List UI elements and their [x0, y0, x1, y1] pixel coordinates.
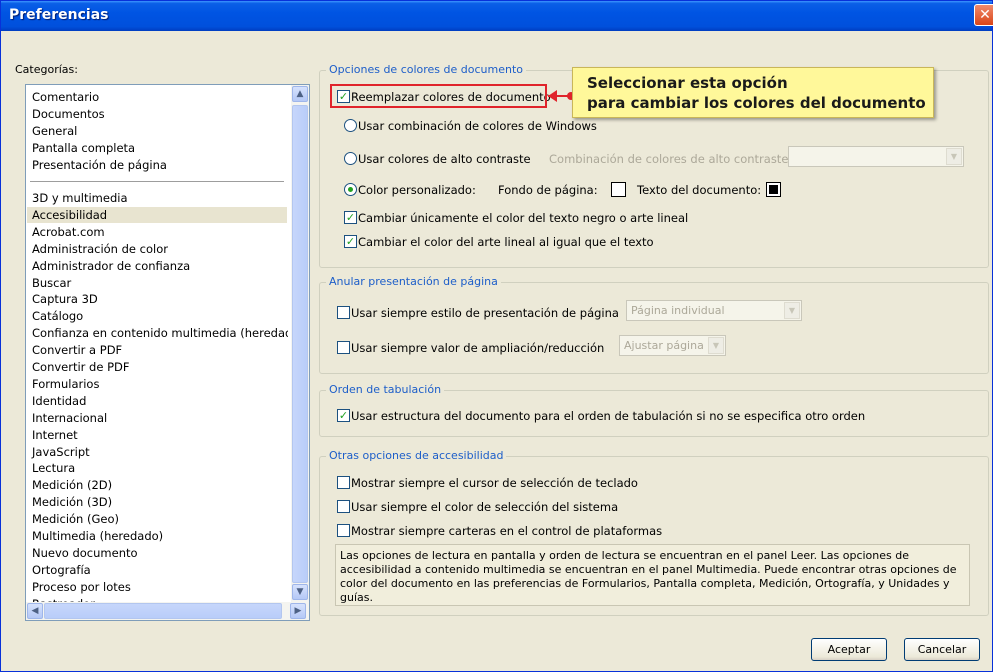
category-item[interactable]: Accesibilidad	[27, 206, 287, 223]
vertical-scroll-thumb[interactable]	[292, 105, 308, 583]
high-contrast-label: Usar colores de alto contraste	[358, 152, 531, 166]
category-item[interactable]: Convertir a PDF	[32, 342, 122, 358]
only-black-text-checkbox[interactable]: ✓	[344, 211, 357, 224]
scroll-up-button[interactable]: ▲	[292, 86, 308, 102]
category-item[interactable]: Proceso por lotes	[32, 579, 131, 595]
category-item[interactable]: Internacional	[32, 410, 107, 426]
category-item[interactable]: Multimedia (heredado)	[32, 528, 163, 544]
category-item[interactable]: Medición (2D)	[32, 477, 112, 493]
category-item[interactable]: Nuevo documento	[32, 545, 138, 561]
title-bar[interactable]: Preferencias ✕	[1, 1, 993, 31]
system-color-checkbox[interactable]	[337, 500, 350, 513]
layout-combo[interactable]: Página individual ▼	[626, 300, 802, 321]
horizontal-scroll-thumb[interactable]	[44, 603, 282, 619]
page-background-swatch[interactable]	[611, 182, 626, 197]
use-structure-checkbox[interactable]: ✓	[337, 409, 350, 422]
high-contrast-radio[interactable]	[344, 152, 357, 165]
chevron-down-icon: ▼	[946, 148, 962, 165]
category-item[interactable]: Catálogo	[32, 308, 83, 324]
category-item[interactable]: Confianza en contenido multimedia (hered…	[32, 325, 288, 341]
category-item[interactable]: 3D y multimedia	[32, 190, 128, 206]
categories-listbox[interactable]: Comentario Documentos General Pantalla comp…	[25, 84, 310, 621]
category-item[interactable]: General	[32, 123, 77, 139]
layout-combo-value: Página individual	[631, 304, 725, 317]
callout-highlight-box	[330, 84, 547, 108]
horizontal-scrollbar[interactable]: ◀ ▶	[26, 602, 309, 620]
categories-list: Comentario Documentos General Pantalla comp…	[26, 85, 288, 602]
other-accessibility-title: Otras opciones de accesibilidad	[326, 449, 507, 462]
category-item[interactable]: Documentos	[32, 106, 105, 122]
category-item[interactable]: JavaScript	[32, 444, 90, 460]
scroll-down-button[interactable]: ▼	[292, 584, 308, 600]
page-background-label: Fondo de página:	[498, 183, 598, 197]
category-item[interactable]: Presentación de página	[32, 157, 167, 173]
line-art-checkbox[interactable]: ✓	[344, 235, 357, 248]
page-display-group: Anular presentación de página	[319, 275, 989, 374]
category-item[interactable]: Internet	[32, 427, 78, 443]
keyboard-cursor-label: Mostrar siempre el cursor de selección d…	[351, 476, 638, 490]
document-text-swatch[interactable]	[766, 182, 781, 197]
chevron-down-icon: ▼	[708, 337, 724, 354]
close-button[interactable]: ✕	[974, 4, 993, 26]
category-item[interactable]: Captura 3D	[32, 291, 98, 307]
always-layout-checkbox[interactable]	[337, 306, 350, 319]
callout-note: Seleccionar esta opción para cambiar los…	[572, 67, 934, 118]
high-contrast-combo-label: Combinación de colores de alto contraste…	[549, 152, 793, 166]
zoom-combo-value: Ajustar página	[624, 339, 704, 352]
callout-arrow-icon	[548, 90, 557, 102]
category-item[interactable]: Administración de color	[32, 241, 168, 257]
portfolio-checkbox[interactable]	[337, 524, 350, 537]
chevron-down-icon: ▼	[784, 302, 800, 319]
category-item[interactable]: Lectura	[32, 460, 75, 476]
category-item[interactable]: Buscar	[32, 275, 71, 291]
high-contrast-combo[interactable]: ▼	[788, 146, 964, 167]
category-item[interactable]: Medición (Geo)	[32, 511, 119, 527]
vertical-scrollbar[interactable]: ▲ ▼	[291, 85, 309, 602]
callout-line-2: para cambiar los colores del documento	[587, 94, 926, 112]
document-text-label: Texto del documento:	[637, 183, 762, 197]
preferences-dialog: Preferencias ✕ Categorías: Comentario Doc…	[0, 0, 993, 672]
always-layout-label: Usar siempre estilo de presentación de p…	[351, 306, 619, 320]
category-item[interactable]: Convertir de PDF	[32, 359, 130, 375]
cancel-button[interactable]: Cancelar	[904, 638, 980, 661]
category-item[interactable]: Comentario	[32, 89, 99, 105]
page-display-title: Anular presentación de página	[326, 275, 501, 288]
scroll-left-button[interactable]: ◀	[27, 603, 43, 619]
category-item[interactable]: Medición (3D)	[32, 494, 112, 510]
category-item[interactable]: Formularios	[32, 376, 99, 392]
ok-button[interactable]: Aceptar	[811, 638, 887, 661]
callout-line-1: Seleccionar esta opción	[587, 74, 788, 92]
category-item[interactable]: Acrobat.com	[32, 224, 105, 240]
tab-order-title: Orden de tabulación	[326, 383, 445, 396]
category-item[interactable]: Ortografía	[32, 562, 91, 578]
always-zoom-checkbox[interactable]	[337, 341, 350, 354]
category-item[interactable]: Administrador de confianza	[32, 258, 190, 274]
window-title: Preferencias	[9, 7, 109, 23]
keyboard-cursor-checkbox[interactable]	[337, 476, 350, 489]
info-text-box: Las opciones de lectura en pantalla y or…	[335, 544, 970, 606]
windows-colors-label: Usar combinación de colores de Windows	[358, 119, 597, 133]
system-color-label: Usar siempre el color de selección del s…	[351, 500, 619, 514]
list-separator	[30, 181, 284, 182]
zoom-combo[interactable]: Ajustar página ▼	[619, 335, 726, 356]
only-black-text-label: Cambiar únicamente el color del texto ne…	[358, 211, 689, 225]
category-item[interactable]: Pantalla completa	[32, 140, 135, 156]
custom-color-radio[interactable]	[344, 183, 357, 196]
always-zoom-label: Usar siempre valor de ampliación/reducci…	[351, 341, 605, 355]
custom-color-label: Color personalizado:	[358, 183, 476, 197]
category-item[interactable]: Identidad	[32, 393, 86, 409]
use-structure-label: Usar estructura del documento para el or…	[351, 409, 866, 423]
portfolio-label: Mostrar siempre carteras en el control d…	[351, 524, 663, 538]
categories-label: Categorías:	[15, 63, 78, 76]
document-colors-title: Opciones de colores de documento	[326, 63, 527, 76]
scroll-right-button[interactable]: ▶	[290, 603, 306, 619]
windows-colors-radio[interactable]	[344, 119, 357, 132]
line-art-label: Cambiar el color del arte lineal al igua…	[358, 235, 654, 249]
